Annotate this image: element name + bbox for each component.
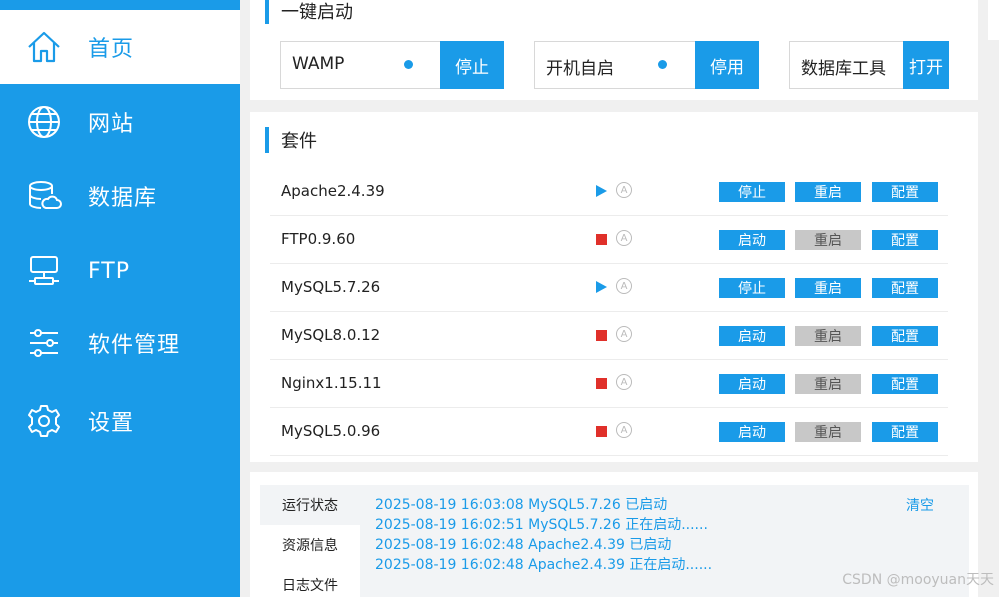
quick-item-label: 开机自启 <box>546 59 614 79</box>
watermark: CSDN @mooyuan天天 <box>842 572 994 588</box>
sliders-icon <box>26 325 62 361</box>
window-edge <box>988 0 999 40</box>
database-icon <box>26 178 62 214</box>
restart-button[interactable]: 重启 <box>795 182 861 202</box>
stopped-status-icon <box>596 330 607 341</box>
running-status-icon <box>596 185 607 197</box>
sidebar-item-label: 网站 <box>88 112 135 137</box>
config-button[interactable]: 配置 <box>872 326 938 346</box>
config-button[interactable]: 配置 <box>872 230 938 250</box>
quick-item-label: 数据库工具 <box>801 59 886 79</box>
stopped-status-icon <box>596 426 607 437</box>
config-button[interactable]: 配置 <box>872 422 938 442</box>
stopped-status-icon <box>596 378 607 389</box>
suite-panel: 套件 Apache2.4.39 A 停止 重启 配置 FTP0.9.60 A 启动 重启 配置 My… <box>250 112 978 462</box>
log-line: 2025-08-19 16:02:51 MySQL5.7.26 正在启动....… <box>375 517 708 533</box>
start-button[interactable]: 启动 <box>719 326 785 346</box>
section-title: 套件 <box>265 127 317 153</box>
log-lines: 2025-08-19 16:03:08 MySQL5.7.26 已启动 2025… <box>375 495 712 575</box>
autostart-icon[interactable]: A <box>616 326 632 342</box>
section-title: 一键启动 <box>265 0 353 24</box>
suite-name: Nginx1.15.11 <box>281 374 382 392</box>
sidebar-item-label: 首页 <box>88 37 135 62</box>
title-accent-bar <box>265 0 269 24</box>
quick-item-db-tool: 数据库工具 打开 <box>789 41 949 89</box>
autostart-icon[interactable]: A <box>616 278 632 294</box>
suite-row: FTP0.9.60 A 启动 重启 配置 <box>270 216 948 264</box>
home-icon <box>26 29 62 65</box>
config-button[interactable]: 配置 <box>872 374 938 394</box>
restart-button[interactable]: 重启 <box>795 230 861 250</box>
sidebar-item-label: 设置 <box>88 411 135 436</box>
start-button[interactable]: 启动 <box>719 374 785 394</box>
tab-run-status[interactable]: 运行状态 <box>260 485 360 525</box>
sidebar-item-ftp[interactable]: FTP <box>0 234 240 308</box>
globe-icon <box>26 104 62 140</box>
suite-name: MySQL5.7.26 <box>281 278 381 296</box>
suite-name: Apache2.4.39 <box>281 182 385 200</box>
db-tool-open-button[interactable]: 打开 <box>903 41 949 89</box>
server-icon <box>26 253 62 289</box>
quick-item-autostart: 开机自启 停用 <box>534 41 759 89</box>
suite-title: 套件 <box>281 131 317 152</box>
tab-log-files[interactable]: 日志文件 <box>260 565 360 597</box>
config-button[interactable]: 配置 <box>872 278 938 298</box>
title-accent-bar <box>265 127 269 153</box>
suite-row: MySQL5.7.26 A 停止 重启 配置 <box>270 264 948 312</box>
stopped-status-icon <box>596 234 607 245</box>
tab-resource-info[interactable]: 资源信息 <box>260 525 360 565</box>
clear-log-link[interactable]: 清空 <box>906 495 934 515</box>
gear-icon <box>26 403 62 439</box>
suite-row: Nginx1.15.11 A 启动 重启 配置 <box>270 360 948 408</box>
log-line: 2025-08-19 16:03:08 MySQL5.7.26 已启动 <box>375 497 668 513</box>
wamp-stop-button[interactable]: 停止 <box>440 41 504 89</box>
log-line: 2025-08-19 16:02:48 Apache2.4.39 已启动 <box>375 537 672 553</box>
quick-item-label: WAMP <box>292 54 345 74</box>
log-line: 2025-08-19 16:02:48 Apache2.4.39 正在启动...… <box>375 557 713 573</box>
sidebar-item-database[interactable]: 数据库 <box>0 159 240 233</box>
quick-start-panel: 一键启动 WAMP 停止 开机自启 停用 数据库工具 打开 <box>250 0 978 100</box>
autostart-icon[interactable]: A <box>616 182 632 198</box>
autostart-icon[interactable]: A <box>616 374 632 390</box>
sidebar-item-website[interactable]: 网站 <box>0 85 240 159</box>
suite-name: MySQL5.0.96 <box>281 422 381 440</box>
stop-button[interactable]: 停止 <box>719 278 785 298</box>
restart-button[interactable]: 重启 <box>795 422 861 442</box>
quick-item-wamp: WAMP 停止 <box>280 41 504 89</box>
suite-row: MySQL8.0.12 A 启动 重启 配置 <box>270 312 948 360</box>
sidebar-item-home[interactable]: 首页 <box>0 10 240 84</box>
start-button[interactable]: 启动 <box>719 422 785 442</box>
autostart-icon[interactable]: A <box>616 230 632 246</box>
restart-button[interactable]: 重启 <box>795 278 861 298</box>
start-button[interactable]: 启动 <box>719 230 785 250</box>
autostart-disable-button[interactable]: 停用 <box>695 41 759 89</box>
sidebar-item-label: 软件管理 <box>88 333 181 358</box>
autostart-icon[interactable]: A <box>616 422 632 438</box>
sidebar: 首页 网站 数据库 FTP 软件管理 设置 <box>0 0 240 597</box>
quick-start-title: 一键启动 <box>281 2 353 23</box>
status-dot <box>658 60 667 69</box>
suite-row: Apache2.4.39 A 停止 重启 配置 <box>270 168 948 216</box>
suite-name: FTP0.9.60 <box>281 230 356 248</box>
restart-button[interactable]: 重启 <box>795 374 861 394</box>
running-status-icon <box>596 281 607 293</box>
restart-button[interactable]: 重启 <box>795 326 861 346</box>
sidebar-item-settings[interactable]: 设置 <box>0 384 240 458</box>
suite-name: MySQL8.0.12 <box>281 326 381 344</box>
sidebar-item-software[interactable]: 软件管理 <box>0 306 240 380</box>
suite-row: MySQL5.0.96 A 启动 重启 配置 <box>270 408 948 456</box>
status-dot <box>404 60 413 69</box>
stop-button[interactable]: 停止 <box>719 182 785 202</box>
log-tabs: 运行状态 资源信息 日志文件 <box>260 485 360 597</box>
config-button[interactable]: 配置 <box>872 182 938 202</box>
sidebar-item-label: FTP <box>88 258 130 284</box>
sidebar-item-label: 数据库 <box>88 186 158 211</box>
